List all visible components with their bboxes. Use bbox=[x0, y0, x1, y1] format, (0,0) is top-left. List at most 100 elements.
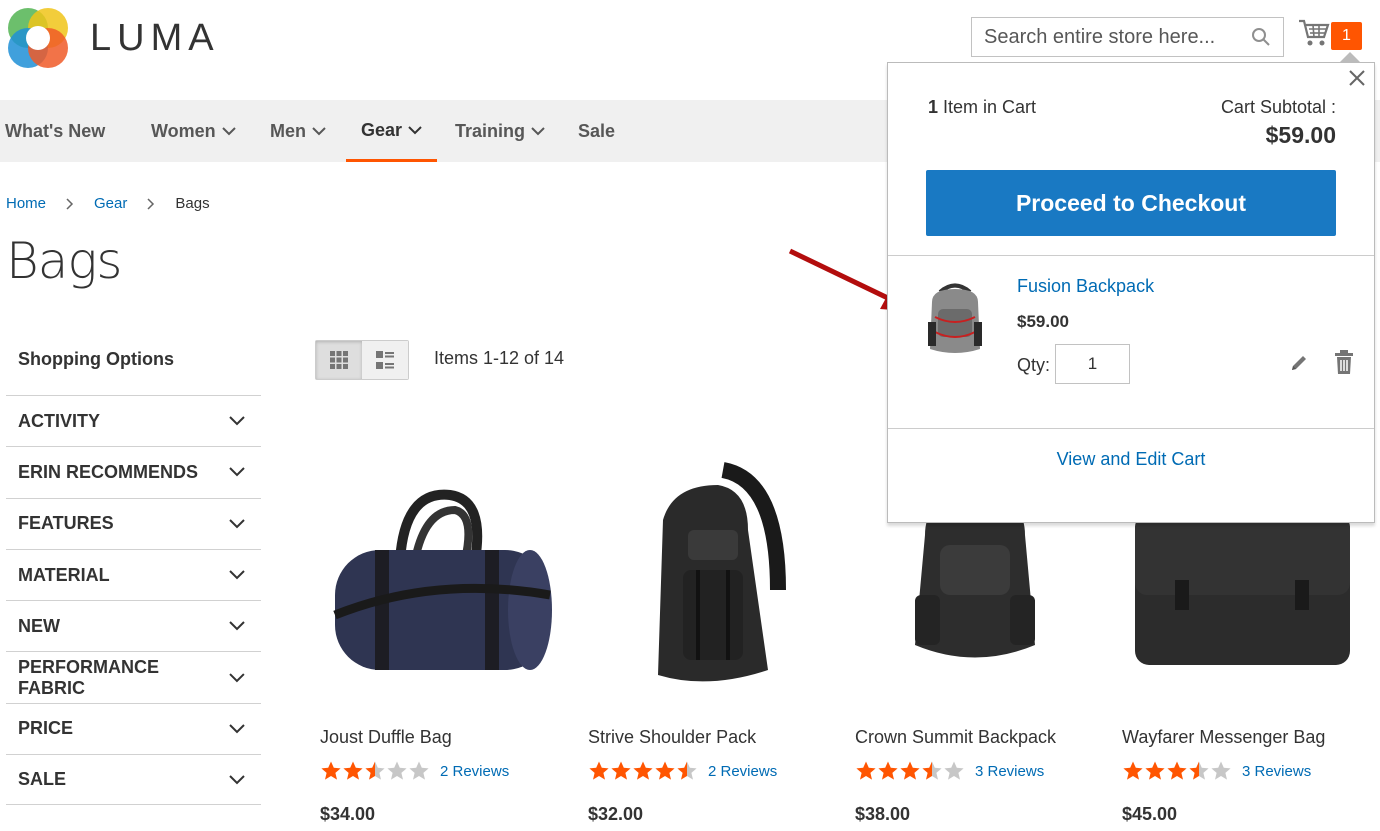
reviews-link[interactable]: 2 Reviews bbox=[708, 763, 777, 780]
product-name[interactable]: Joust Duffle Bag bbox=[320, 727, 452, 748]
chevron-down-icon bbox=[229, 519, 245, 529]
star-icon bbox=[1211, 761, 1231, 780]
chevron-right-icon bbox=[147, 197, 155, 210]
nav-item-women[interactable]: Women bbox=[151, 100, 236, 162]
product-item[interactable]: Joust Duffle Bag 2 Reviews $34.00 bbox=[320, 440, 560, 824]
proceed-to-checkout-button[interactable]: Proceed to Checkout bbox=[926, 170, 1336, 236]
star-icon bbox=[900, 761, 920, 780]
subtotal-label: Cart Subtotal : bbox=[1220, 97, 1336, 117]
filter-sale[interactable]: Sale bbox=[6, 754, 261, 806]
star-icon bbox=[321, 761, 341, 780]
filter-new[interactable]: New bbox=[6, 600, 261, 651]
star-icon bbox=[856, 761, 876, 780]
qty-label: Qty: bbox=[1017, 355, 1051, 375]
search-icon[interactable] bbox=[1251, 27, 1271, 47]
star-icon bbox=[589, 761, 609, 780]
cart-icon[interactable] bbox=[1298, 18, 1330, 48]
chevron-down-icon bbox=[229, 724, 245, 734]
star-icon bbox=[1189, 761, 1209, 780]
filter-features[interactable]: Features bbox=[6, 497, 261, 549]
luma-logo-icon bbox=[8, 8, 68, 68]
product-image[interactable] bbox=[320, 440, 560, 710]
product-name[interactable]: Strive Shoulder Pack bbox=[588, 727, 756, 748]
nav-item-label: Training bbox=[455, 121, 526, 141]
view-and-edit-cart-link[interactable]: View and Edit Cart bbox=[888, 449, 1374, 470]
star-rating bbox=[1122, 760, 1232, 782]
filter-label: Erin Recommends bbox=[18, 461, 199, 482]
qty-input[interactable] bbox=[1055, 344, 1130, 384]
nav-item-label: Women bbox=[151, 121, 216, 141]
reviews-link[interactable]: 2 Reviews bbox=[440, 763, 509, 780]
search-input[interactable] bbox=[972, 18, 1242, 56]
trash-icon[interactable] bbox=[1333, 349, 1355, 375]
product-rating: 3 Reviews bbox=[855, 760, 1044, 782]
product-rating: 3 Reviews bbox=[1122, 760, 1311, 782]
product-item[interactable]: Strive Shoulder Pack 2 Reviews $32.00 bbox=[588, 440, 828, 824]
star-icon bbox=[343, 761, 363, 780]
filter-label: Activity bbox=[18, 410, 101, 431]
nav-item-training[interactable]: Training bbox=[455, 100, 545, 162]
product-image[interactable] bbox=[588, 440, 828, 710]
minicart-count-text: Item in Cart bbox=[938, 97, 1037, 117]
pencil-icon[interactable] bbox=[1289, 353, 1309, 373]
shoulder-pack-image bbox=[658, 462, 786, 682]
minicart-count-number: 1 bbox=[928, 97, 939, 117]
minicart-product-name[interactable]: Fusion Backpack bbox=[1017, 276, 1154, 297]
star-icon bbox=[409, 761, 429, 780]
reviews-link[interactable]: 3 Reviews bbox=[1242, 763, 1311, 780]
filter-erin-recommends[interactable]: Erin Recommends bbox=[6, 446, 261, 497]
reviews-link[interactable]: 3 Reviews bbox=[975, 763, 1044, 780]
star-icon bbox=[387, 761, 407, 780]
filter-label: Features bbox=[18, 513, 114, 534]
minicart-product-price: $59.00 bbox=[1017, 312, 1069, 331]
search-box bbox=[971, 17, 1284, 57]
chevron-down-icon bbox=[408, 125, 422, 134]
logo-text: LUMA bbox=[90, 16, 220, 59]
chevron-right-icon bbox=[66, 197, 74, 210]
cart-count-badge[interactable]: 1 bbox=[1331, 22, 1362, 50]
nav-item-men[interactable]: Men bbox=[270, 100, 326, 162]
shopping-options-title: Shopping Options bbox=[18, 349, 174, 369]
nav-item-label: Men bbox=[270, 121, 306, 141]
page-title: Bags bbox=[6, 232, 122, 290]
logo[interactable]: LUMA bbox=[6, 6, 220, 70]
breadcrumb-gear[interactable]: Gear bbox=[94, 195, 127, 212]
filter-label: Material bbox=[18, 564, 110, 585]
product-price: $32.00 bbox=[588, 804, 644, 824]
chevron-down-icon bbox=[229, 416, 245, 426]
filter-label: Sale bbox=[18, 769, 67, 790]
list-mode-button[interactable] bbox=[362, 341, 408, 379]
breadcrumb-home[interactable]: Home bbox=[6, 195, 46, 212]
divider bbox=[888, 255, 1374, 256]
filter-price[interactable]: Price bbox=[6, 702, 261, 754]
chevron-down-icon bbox=[229, 775, 245, 785]
star-icon bbox=[1145, 761, 1165, 780]
nav-item-gear[interactable]: Gear bbox=[346, 100, 438, 162]
filter-list: Activity Erin Recommends Features Materi… bbox=[6, 395, 261, 806]
minicart-notch bbox=[1340, 52, 1360, 62]
product-name[interactable]: Wayfarer Messenger Bag bbox=[1122, 727, 1325, 748]
filter-material[interactable]: Material bbox=[6, 548, 261, 600]
filter-activity[interactable]: Activity bbox=[6, 395, 261, 446]
nav-item-sale[interactable]: Sale bbox=[578, 100, 615, 162]
star-icon bbox=[633, 761, 653, 780]
filter-performance-fabric[interactable]: Performance Fabric bbox=[6, 651, 261, 702]
close-icon[interactable] bbox=[1346, 67, 1368, 89]
chevron-down-icon bbox=[221, 127, 236, 136]
filter-label: New bbox=[18, 615, 60, 636]
filter-label: Performance Fabric bbox=[18, 656, 160, 698]
product-name[interactable]: Crown Summit Backpack bbox=[855, 727, 1056, 748]
chevron-down-icon bbox=[531, 127, 545, 136]
star-icon bbox=[655, 761, 675, 780]
grid-icon bbox=[330, 351, 348, 369]
product-price: $34.00 bbox=[320, 804, 376, 824]
fusion-backpack-thumbnail[interactable] bbox=[920, 277, 990, 357]
breadcrumb-current: Bags bbox=[175, 195, 210, 212]
star-icon bbox=[922, 761, 942, 780]
star-icon bbox=[878, 761, 898, 780]
breadcrumb: Home Gear Bags bbox=[6, 195, 210, 212]
minicart-item-count: 1 Item in Cart bbox=[928, 97, 1036, 118]
nav-item-whats-new[interactable]: What's New bbox=[5, 100, 105, 162]
star-icon bbox=[1167, 761, 1187, 780]
grid-mode-button[interactable] bbox=[316, 341, 362, 379]
